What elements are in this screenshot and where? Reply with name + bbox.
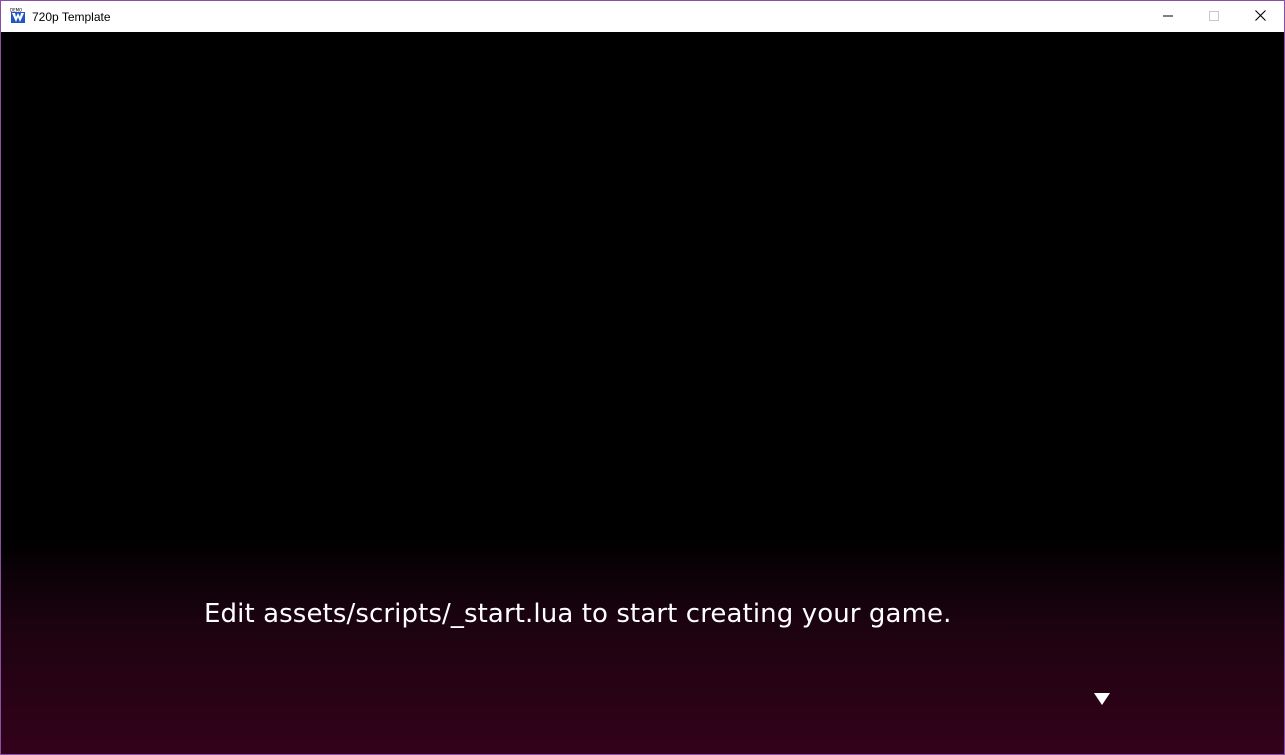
minimize-button[interactable]	[1145, 1, 1191, 32]
triangle-down-icon[interactable]	[1093, 692, 1111, 706]
app-logo-icon: DEMO	[10, 8, 26, 24]
maximize-icon	[1209, 8, 1219, 26]
close-button[interactable]	[1237, 1, 1283, 32]
maximize-button[interactable]	[1191, 1, 1237, 32]
svg-text:DEMO: DEMO	[10, 8, 22, 13]
game-viewport[interactable]: Edit assets/scripts/_start.lua to start …	[1, 32, 1284, 754]
dialog-text: Edit assets/scripts/_start.lua to start …	[204, 599, 952, 629]
title-bar[interactable]: DEMO 720p Template	[1, 1, 1284, 32]
app-window: DEMO 720p Template Edit assets/scripts/_…	[0, 0, 1285, 755]
minimize-icon	[1163, 8, 1173, 26]
window-title: 720p Template	[32, 10, 111, 24]
close-icon	[1254, 8, 1266, 26]
